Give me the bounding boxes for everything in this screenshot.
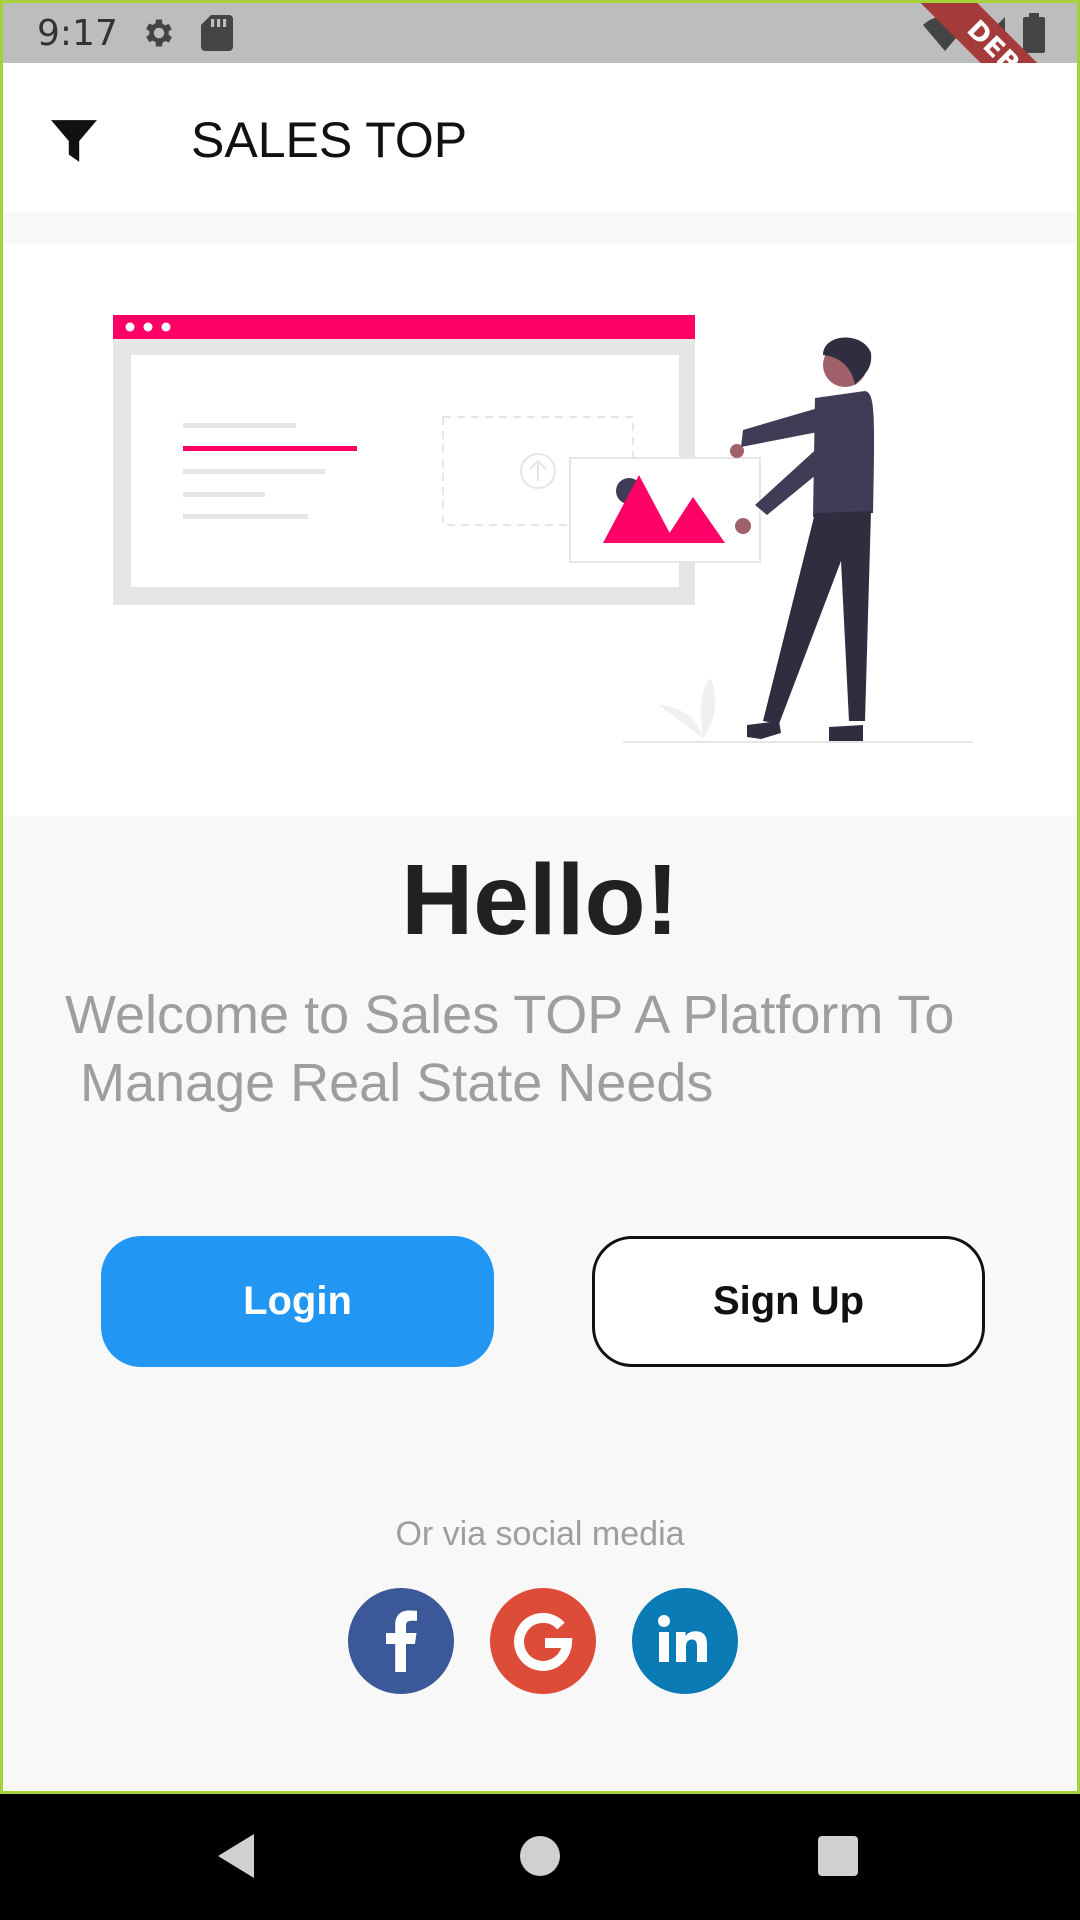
facebook-button[interactable] [348, 1588, 454, 1694]
google-icon [514, 1612, 573, 1671]
app-screen: 9:17 DEBUG SALES TOP [0, 0, 1080, 1794]
status-bar: 9:17 [3, 3, 1077, 63]
welcome-text: Welcome to Sales TOP A Platform To Manag… [65, 981, 1045, 1117]
social-media-label: Or via social media [395, 1515, 685, 1553]
navigation-bar [0, 1794, 1080, 1920]
sd-card-icon [201, 15, 233, 56]
login-button[interactable]: Login [101, 1236, 494, 1367]
settings-icon [141, 15, 177, 56]
linkedin-icon [658, 1615, 707, 1662]
welcome-line-1: Welcome to Sales TOP A Platform To [65, 985, 955, 1045]
google-button[interactable] [490, 1588, 596, 1694]
filter-icon[interactable] [49, 116, 99, 166]
hero-illustration [3, 243, 1077, 816]
welcome-line-2: Manage Real State Needs [65, 1053, 714, 1113]
hello-heading: Hello! [401, 844, 679, 956]
signup-button[interactable]: Sign Up [592, 1236, 985, 1367]
home-icon[interactable] [520, 1836, 560, 1881]
app-bar: SALES TOP [3, 63, 1077, 213]
back-icon[interactable] [218, 1834, 258, 1883]
recents-icon[interactable] [818, 1836, 858, 1881]
app-title: SALES TOP [191, 112, 468, 168]
status-time: 9:17 [37, 13, 118, 54]
facebook-icon [386, 1610, 417, 1672]
linkedin-button[interactable] [632, 1588, 738, 1694]
